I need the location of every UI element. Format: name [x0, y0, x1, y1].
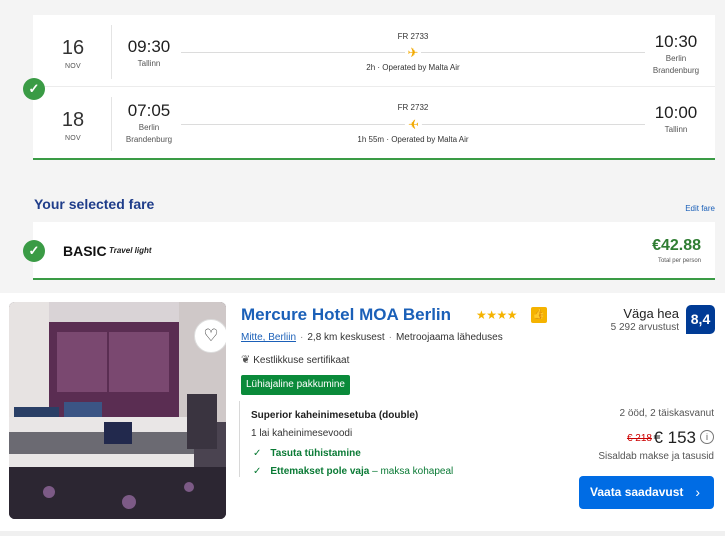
review-rating-word: Väga hea	[623, 306, 679, 321]
check-icon: ✓	[253, 466, 262, 477]
flight-date: 16 NOV	[47, 37, 99, 70]
departure-city: Berlin	[138, 123, 160, 132]
arrival-city: Berlin	[665, 54, 687, 63]
chevron-right-icon: ›	[695, 484, 700, 500]
flight-duration: 1h 55m · Operated by Malta Air	[357, 135, 469, 144]
date-divider	[111, 97, 112, 151]
flights-card: 16 NOV 09:30 Tallinn FR 2733 ✈ 2h · Oper…	[33, 15, 715, 160]
no-prepayment: ✓ Ettemakset pole vaja – maksa kohapeal	[253, 466, 453, 477]
info-icon[interactable]: i	[700, 430, 714, 444]
fare-tag: Travel light	[109, 246, 152, 255]
arrival-time: 10:30	[654, 32, 698, 51]
fare-price: €42.88	[652, 237, 701, 254]
hotel-location: Mitte, Berliin · 2,8 km keskusest · Metrooja…	[241, 332, 503, 343]
fare-card: BASIC Travel light €42.88 Total per pers…	[33, 222, 715, 280]
star-rating: ★★★★	[476, 308, 518, 322]
airplane-icon: ✈	[181, 117, 645, 132]
hotel-card: ♡ Mercure Hotel MOA Berlin ★★★★ 👍 Mitte,…	[0, 293, 725, 536]
location-link[interactable]: Mitte, Berliin	[241, 332, 296, 343]
flight-month: NOV	[64, 63, 82, 70]
departure: 09:30 Tallinn	[121, 37, 177, 69]
fare-section-title: Your selected fare	[34, 196, 155, 212]
departure: 07:05 Berlin Brandenburg	[121, 101, 177, 145]
outbound-flight-row: 16 NOV 09:30 Tallinn FR 2733 ✈ 2h · Oper…	[33, 15, 715, 85]
arrival-city: Tallinn	[664, 125, 688, 134]
arrival-airport: Brandenburg	[652, 66, 700, 75]
flight-month: NOV	[64, 135, 82, 142]
leaf-icon: ❦	[241, 354, 251, 366]
see-availability-button[interactable]: Vaata saadavust ›	[579, 476, 714, 509]
thumbs-up-icon: 👍	[531, 307, 547, 323]
departure-time: 07:05	[127, 101, 171, 120]
flight-day: 18	[61, 109, 85, 131]
certificate-label: Kestlikkuse sertifikaat	[253, 355, 350, 366]
check-icon: ✓	[23, 78, 45, 100]
fare-price-note: Total per person	[657, 258, 701, 264]
sustainability-certificate[interactable]: ❦ Kestlikkuse sertifikaat	[241, 353, 349, 366]
review-score-badge: 8,4	[686, 305, 715, 334]
date-divider	[111, 25, 112, 79]
original-price: € 218	[626, 433, 652, 444]
perk-detail: – maksa kohapeal	[369, 466, 454, 477]
perk-label: Ettemakset pole vaja	[270, 466, 370, 477]
page-bottom	[0, 531, 725, 536]
room-divider	[239, 401, 240, 477]
perk-label: Tasuta tühistamine	[270, 448, 361, 459]
current-price: € 153	[653, 428, 696, 447]
departure-time: 09:30	[127, 37, 171, 56]
edit-fare-link[interactable]: Edit fare	[685, 204, 715, 213]
hotel-name[interactable]: Mercure Hotel MOA Berlin	[241, 305, 451, 325]
hotel-photo[interactable]: ♡	[9, 302, 226, 519]
metro-text: Metroojaama läheduses	[395, 332, 503, 343]
departure-city: Tallinn	[137, 59, 161, 68]
airplane-icon: ✈	[181, 46, 645, 59]
flight-number: FR 2733	[397, 32, 429, 41]
arrival: 10:30 Berlin Brandenburg	[647, 32, 705, 76]
departure-airport: Brandenburg	[125, 135, 173, 144]
check-icon: ✓	[23, 240, 45, 262]
free-cancellation: ✓ Tasuta tühistamine	[253, 448, 361, 459]
flight-number: FR 2732	[397, 103, 429, 112]
deal-badge: Lühiajaline pakkumine	[241, 375, 350, 395]
distance-text: 2,8 km keskusest	[307, 332, 385, 343]
return-flight-row: 18 NOV 07:05 Berlin Brandenburg FR 2732 …	[33, 87, 715, 157]
cta-label: Vaata saadavust	[590, 485, 684, 499]
review-count: 5 292 arvustust	[610, 322, 679, 333]
flight-date: 18 NOV	[47, 109, 99, 142]
bed-info: 1 lai kaheinimesevoodi	[251, 428, 353, 439]
stay-details: 2 ööd, 2 täiskasvanut	[619, 408, 714, 419]
check-icon: ✓	[253, 448, 262, 459]
arrival: 10:00 Tallinn	[647, 103, 705, 135]
flight-duration: 2h · Operated by Malta Air	[366, 63, 460, 72]
arrival-time: 10:00	[654, 103, 698, 122]
taxes-note: Sisaldab makse ja tasusid	[598, 451, 714, 462]
room-name: Superior kaheinimesetuba (double)	[251, 410, 419, 421]
fare-name: BASIC	[63, 243, 107, 259]
flight-day: 16	[61, 37, 85, 59]
heart-icon[interactable]: ♡	[194, 319, 226, 353]
